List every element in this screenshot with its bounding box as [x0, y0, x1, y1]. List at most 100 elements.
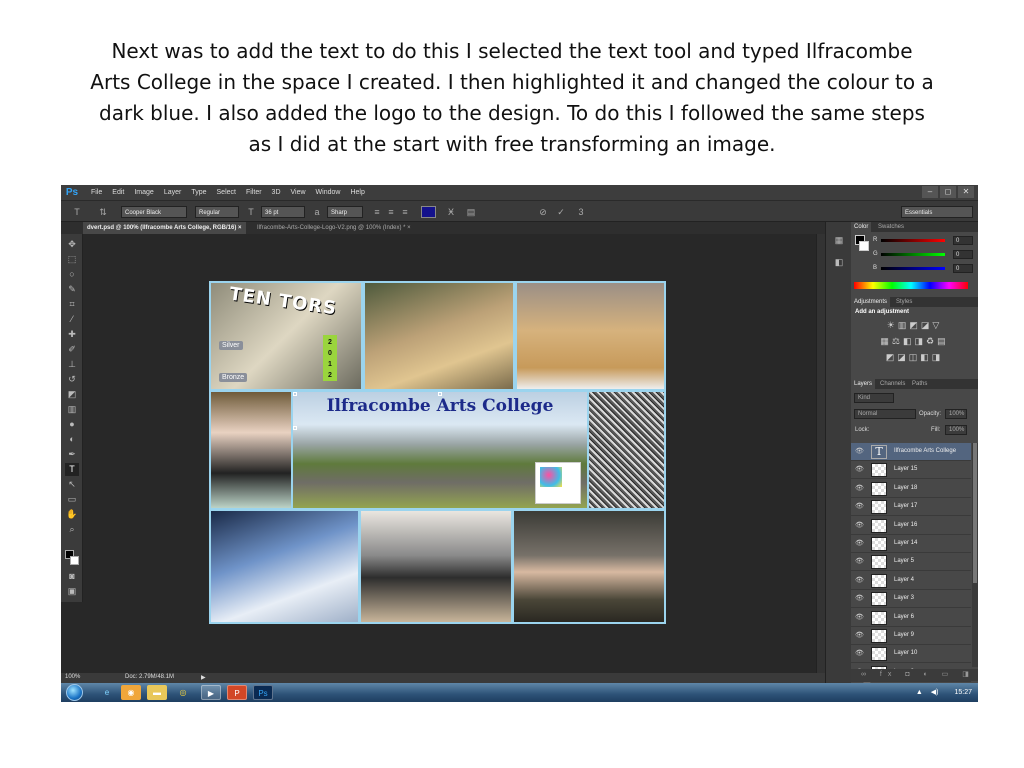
blue-slider[interactable]: B 0 — [873, 264, 973, 274]
menu-filter[interactable]: Filter — [246, 189, 262, 196]
media-icon[interactable]: ▶ — [201, 685, 221, 700]
tab-adjustments[interactable]: Adjustments — [851, 297, 891, 307]
background-color-swatch[interactable] — [70, 556, 79, 565]
layer-row[interactable]: 👁 Layer 9 — [851, 627, 971, 645]
folder-icon[interactable]: ▬ — [147, 685, 167, 700]
zoom-level[interactable]: 100% — [65, 674, 80, 680]
align-right-icon[interactable]: ≡ — [399, 206, 411, 218]
font-size-select[interactable]: 36 pt — [261, 206, 305, 218]
layer-thumbnail[interactable] — [871, 518, 887, 533]
tab-styles[interactable]: Styles — [893, 297, 915, 307]
restore-button[interactable]: ◻ — [940, 186, 956, 198]
visibility-eye-icon[interactable]: 👁 — [855, 613, 864, 623]
crop-tool-icon[interactable]: ⌗ — [65, 298, 79, 311]
menu-3d[interactable]: 3D — [272, 189, 281, 196]
selection-handle[interactable] — [438, 392, 442, 396]
powerpoint-icon[interactable]: P — [227, 685, 247, 700]
start-button[interactable] — [66, 684, 83, 701]
layer-name[interactable]: Ilfracombe Arts College — [894, 448, 956, 454]
selection-handle[interactable] — [293, 392, 297, 396]
layer-thumbnail[interactable] — [871, 481, 887, 496]
tab-paths[interactable]: Paths — [909, 379, 930, 389]
move-tool-icon[interactable]: ✥ — [65, 238, 79, 251]
hand-tool-icon[interactable]: ✋ — [65, 508, 79, 521]
tab-advert-psd[interactable]: dvert.psd @ 100% (Ilfracombe Arts Colleg… — [83, 222, 246, 234]
tab-color[interactable]: Color — [851, 222, 872, 232]
blend-mode-select[interactable]: Normal — [854, 409, 916, 419]
layer-filter-select[interactable]: Kind — [854, 393, 894, 403]
layer-name[interactable]: Layer 14 — [894, 540, 917, 546]
font-family-select[interactable]: Cooper Black — [121, 206, 187, 218]
brush-tool-icon[interactable]: ✐ — [65, 343, 79, 356]
menu-view[interactable]: View — [291, 189, 306, 196]
layer-name[interactable]: Layer 10 — [894, 650, 917, 656]
layer-row[interactable]: 👁 Layer 6 — [851, 609, 971, 627]
layer-row[interactable]: 👁 Layer 3 — [851, 590, 971, 609]
eraser-tool-icon[interactable]: ◩ — [65, 388, 79, 401]
volume-icon[interactable]: ◀) — [931, 689, 939, 696]
blue-value[interactable]: 0 — [953, 264, 973, 273]
layer-name[interactable]: Layer 3 — [894, 595, 914, 601]
visibility-eye-icon[interactable]: 👁 — [855, 594, 864, 604]
visibility-eye-icon[interactable]: 👁 — [855, 557, 864, 567]
layer-name[interactable]: Layer 18 — [894, 485, 917, 491]
pen-tool-icon[interactable]: ✒ — [65, 448, 79, 461]
layer-name[interactable]: Layer 4 — [894, 577, 914, 583]
layer-row[interactable]: 👁 Layer 18 — [851, 480, 971, 498]
menu-window[interactable]: Window — [316, 189, 341, 196]
type-tool-icon[interactable]: T — [65, 463, 79, 476]
layer-row[interactable]: 👁 Layer 14 — [851, 535, 971, 553]
close-button[interactable]: ✕ — [958, 186, 974, 198]
red-slider[interactable]: R 0 — [873, 236, 973, 246]
warp-text-icon[interactable]: Ӿ — [445, 206, 457, 218]
text-color-swatch[interactable] — [421, 206, 436, 218]
dodge-tool-icon[interactable]: ◐ — [65, 433, 79, 446]
foreground-background-colors[interactable] — [65, 550, 79, 566]
commit-edit-icon[interactable]: ✓ — [555, 206, 567, 218]
layer-name[interactable]: Layer 15 — [894, 466, 917, 472]
menu-help[interactable]: Help — [350, 189, 364, 196]
visibility-eye-icon[interactable]: 👁 — [855, 521, 864, 531]
path-select-tool-icon[interactable]: ↖ — [65, 478, 79, 491]
layer-name[interactable]: Layer 16 — [894, 522, 917, 528]
tab-swatches[interactable]: Swatches — [875, 222, 907, 232]
tab-logo-png[interactable]: Ilfracombe-Arts-College-Logo-V2.png @ 10… — [253, 222, 415, 234]
character-panel-icon[interactable]: ▤ — [465, 206, 477, 218]
adjustment-icons-row-2[interactable]: ▦⚖◧◨♻▤ — [851, 336, 978, 347]
layer-thumbnail[interactable] — [871, 555, 887, 570]
visibility-eye-icon[interactable]: 👁 — [855, 539, 864, 549]
healing-brush-tool-icon[interactable]: ✚ — [65, 328, 79, 341]
visibility-eye-icon[interactable]: 👁 — [855, 447, 864, 457]
color-spectrum[interactable] — [854, 282, 968, 289]
visibility-eye-icon[interactable]: 👁 — [855, 576, 864, 586]
canvas-scrollbar[interactable] — [816, 234, 825, 677]
text-layer-thumbnail[interactable]: T — [871, 445, 887, 459]
layers-panel-actions[interactable]: ∞ fx ◘ ◐ ▭ ◨ ⌫ — [851, 669, 978, 690]
layer-name[interactable]: Layer 5 — [894, 558, 914, 564]
layer-thumbnail[interactable] — [871, 592, 887, 607]
fill-input[interactable]: 100% — [945, 425, 967, 435]
blur-tool-icon[interactable]: ● — [65, 418, 79, 431]
layer-row[interactable]: 👁 Layer 5 — [851, 553, 971, 572]
quick-mask-icon[interactable]: ◙ — [65, 570, 79, 583]
layer-name[interactable]: Layer 9 — [894, 632, 914, 638]
photoshop-icon[interactable]: Ps — [253, 685, 273, 700]
tab-channels[interactable]: Channels — [877, 379, 908, 389]
menu-edit[interactable]: Edit — [112, 189, 124, 196]
lasso-tool-icon[interactable]: ○ — [65, 268, 79, 281]
font-style-select[interactable]: Regular — [195, 206, 239, 218]
minimize-button[interactable]: – — [922, 186, 938, 198]
zoom-tool-icon[interactable]: ⌕ — [65, 523, 79, 536]
text-tool-icon[interactable]: T — [71, 206, 83, 218]
layer-row[interactable]: 👁 Layer 16 — [851, 517, 971, 535]
history-panel-icon[interactable]: ▦ — [831, 232, 847, 248]
layer-name[interactable]: Layer 17 — [894, 503, 917, 509]
properties-panel-icon[interactable]: ◧ — [831, 254, 847, 270]
chrome-icon[interactable]: ◎ — [173, 685, 193, 700]
layer-thumbnail[interactable] — [871, 537, 887, 551]
menu-image[interactable]: Image — [134, 189, 153, 196]
layer-name[interactable]: Layer 6 — [894, 614, 914, 620]
clock[interactable]: 15:27 — [954, 689, 972, 696]
tab-layers[interactable]: Layers — [851, 379, 876, 389]
workspace-select[interactable]: Essentials — [901, 206, 973, 218]
